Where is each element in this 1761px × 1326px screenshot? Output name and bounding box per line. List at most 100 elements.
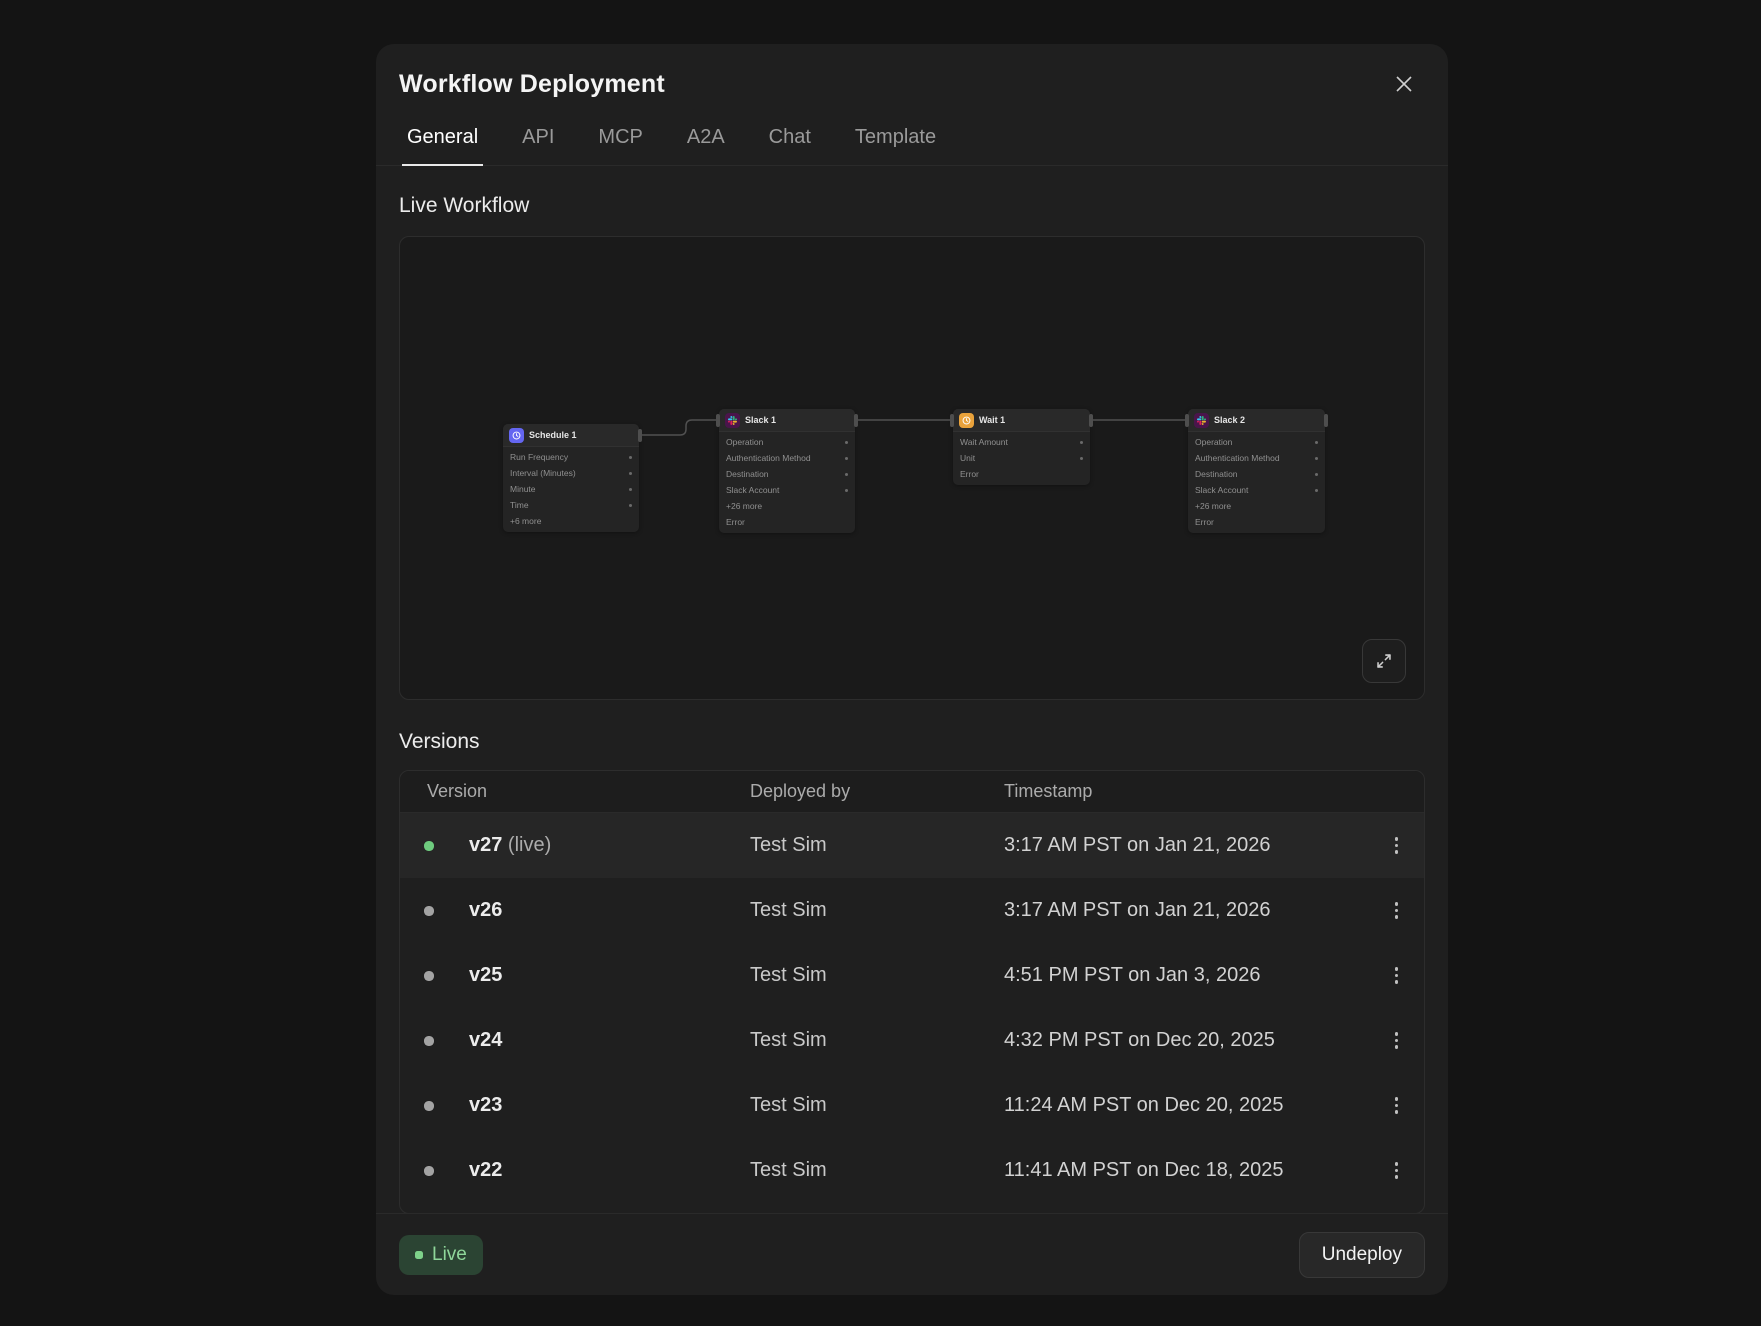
node-slack-1-header: Slack 1 [719, 409, 855, 432]
timestamp-cell: 3:17 AM PST on Jan 21, 2026 [1004, 834, 1364, 857]
table-row[interactable]: v25 Test Sim 4:51 PM PST on Jan 3, 2026 [400, 943, 1424, 1008]
output-handle[interactable] [854, 414, 858, 427]
tab-a2a[interactable]: A2A [682, 126, 730, 166]
version-cell: v22 [469, 1159, 750, 1182]
deployed-by-cell: Test Sim [750, 1159, 1004, 1182]
deployed-by-cell: Test Sim [750, 1094, 1004, 1117]
expand-icon [1373, 650, 1395, 672]
tab-template[interactable]: Template [850, 126, 941, 166]
modal-title: Workflow Deployment [399, 70, 1425, 99]
column-version: Version [427, 781, 750, 802]
timestamp-cell: 11:24 AM PST on Dec 20, 2025 [1004, 1094, 1364, 1117]
output-handle[interactable] [1324, 414, 1328, 427]
node-wait-1-header: Wait 1 [953, 409, 1090, 432]
field-handle[interactable] [1315, 473, 1318, 476]
table-row[interactable]: v26 Test Sim 3:17 AM PST on Jan 21, 2026 [400, 878, 1424, 943]
row-menu-button[interactable] [1389, 1091, 1405, 1120]
node-wait-1[interactable]: Wait 1 Wait Amount Unit Error [953, 409, 1090, 485]
status-dot [424, 1101, 434, 1111]
field-handle[interactable] [1315, 441, 1318, 444]
slack-icon [725, 413, 740, 428]
tab-chat[interactable]: Chat [764, 126, 816, 166]
tab-api[interactable]: API [517, 126, 559, 166]
node-fields: Run Frequency Interval (Minutes) Minute … [503, 447, 639, 532]
field-handle[interactable] [629, 488, 632, 491]
versions-table: Version Deployed by Timestamp v27 (live)… [399, 770, 1425, 1213]
versions-heading: Versions [399, 730, 1425, 754]
deployed-by-cell: Test Sim [750, 834, 1004, 857]
deployed-by-cell: Test Sim [750, 964, 1004, 987]
node-fields: Operation Authentication Method Destinat… [1188, 432, 1325, 533]
node-field: Run Frequency [503, 449, 639, 465]
row-menu-button[interactable] [1389, 961, 1405, 990]
node-schedule-1[interactable]: Schedule 1 Run Frequency Interval (Minut… [503, 424, 639, 532]
node-slack-1[interactable]: Slack 1 Operation Authentication Method … [719, 409, 855, 533]
close-button[interactable] [1390, 70, 1418, 98]
input-handle[interactable] [950, 414, 954, 427]
row-menu-button[interactable] [1389, 1156, 1405, 1185]
timestamp-cell: 3:17 AM PST on Jan 21, 2026 [1004, 899, 1364, 922]
version-cell: v26 [469, 899, 750, 922]
output-handle[interactable] [1089, 414, 1093, 427]
undeploy-button[interactable]: Undeploy [1299, 1232, 1425, 1278]
node-field: Wait Amount [953, 434, 1090, 450]
node-field: Operation [719, 434, 855, 450]
row-menu-button[interactable] [1389, 831, 1405, 860]
modal-content: Live Workflow Schedule 1 Run Frequency [376, 166, 1448, 1213]
node-field: Destination [719, 466, 855, 482]
column-deployed-by: Deployed by [750, 781, 1004, 802]
input-handle[interactable] [1185, 414, 1189, 427]
workflow-preview-canvas[interactable]: Schedule 1 Run Frequency Interval (Minut… [399, 236, 1425, 700]
table-row[interactable]: v24 Test Sim 4:32 PM PST on Dec 20, 2025 [400, 1008, 1424, 1073]
live-workflow-heading: Live Workflow [399, 194, 1425, 218]
workflow-deployment-modal: Workflow Deployment General API MCP A2A … [376, 44, 1448, 1295]
node-slack-2[interactable]: Slack 2 Operation Authentication Method … [1188, 409, 1325, 533]
live-badge-label: Live [432, 1244, 467, 1266]
modal-footer: Live Undeploy [376, 1213, 1448, 1295]
node-slack-2-header: Slack 2 [1188, 409, 1325, 432]
row-menu-button[interactable] [1389, 1026, 1405, 1055]
tab-mcp[interactable]: MCP [593, 126, 647, 166]
deployed-by-cell: Test Sim [750, 1029, 1004, 1052]
node-field: Authentication Method [719, 450, 855, 466]
modal-header: Workflow Deployment General API MCP A2A … [376, 44, 1448, 166]
field-handle[interactable] [845, 473, 848, 476]
node-field: Time [503, 497, 639, 513]
table-row[interactable]: v23 Test Sim 11:24 AM PST on Dec 20, 202… [400, 1073, 1424, 1138]
field-handle[interactable] [845, 457, 848, 460]
expand-preview-button[interactable] [1362, 639, 1406, 683]
field-handle[interactable] [1080, 441, 1083, 444]
field-handle[interactable] [629, 504, 632, 507]
row-menu-button[interactable] [1389, 896, 1405, 925]
field-handle[interactable] [629, 456, 632, 459]
node-field: Error [719, 514, 855, 530]
node-title: Slack 1 [745, 415, 776, 425]
version-cell: v24 [469, 1029, 750, 1052]
field-handle[interactable] [845, 441, 848, 444]
node-field-more[interactable]: +26 more [1188, 498, 1325, 514]
output-handle[interactable] [638, 429, 642, 442]
table-row[interactable]: v22 Test Sim 11:41 AM PST on Dec 18, 202… [400, 1138, 1424, 1203]
version-cell: v25 [469, 964, 750, 987]
status-dot [424, 971, 434, 981]
live-dot-icon [415, 1251, 423, 1259]
field-handle[interactable] [1315, 489, 1318, 492]
timestamp-cell: 4:51 PM PST on Jan 3, 2026 [1004, 964, 1364, 987]
field-handle[interactable] [1080, 457, 1083, 460]
live-status-badge: Live [399, 1235, 483, 1275]
tab-general[interactable]: General [402, 126, 483, 166]
deployed-by-cell: Test Sim [750, 899, 1004, 922]
live-status-dot [424, 841, 434, 851]
node-field: Slack Account [1188, 482, 1325, 498]
node-field-more[interactable]: +6 more [503, 513, 639, 529]
node-field-more[interactable]: +26 more [719, 498, 855, 514]
close-icon [1394, 74, 1414, 94]
version-cell: v27 (live) [469, 834, 750, 857]
field-handle[interactable] [1315, 457, 1318, 460]
timestamp-cell: 11:41 AM PST on Dec 18, 2025 [1004, 1159, 1364, 1182]
status-dot [424, 1036, 434, 1046]
table-row[interactable]: v27 (live) Test Sim 3:17 AM PST on Jan 2… [400, 813, 1424, 878]
input-handle[interactable] [716, 414, 720, 427]
field-handle[interactable] [629, 472, 632, 475]
field-handle[interactable] [845, 489, 848, 492]
